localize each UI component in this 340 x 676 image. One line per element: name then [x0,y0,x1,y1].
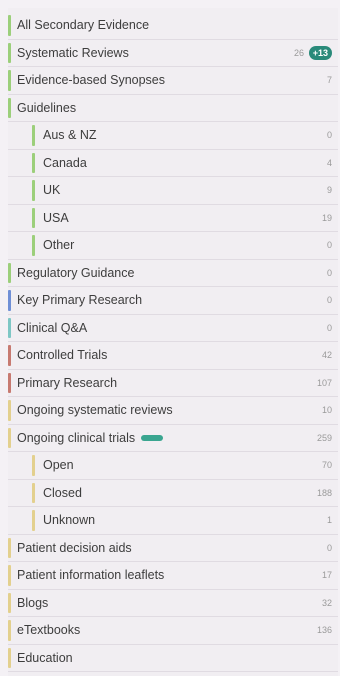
filter-row-blogs[interactable]: Blogs 32 [8,590,338,617]
category-color-bar [8,537,11,558]
result-count: 0 [326,295,332,306]
filter-label: Guidelines [17,100,77,115]
filter-row-guidelines[interactable]: Guidelines [8,95,338,122]
filter-row-primary-research[interactable]: Primary Research 107 [8,370,338,397]
filter-row-all-secondary-evidence[interactable]: All Secondary Evidence [8,12,338,40]
filter-label: Canada [43,155,87,170]
category-color-bar [32,207,35,228]
filter-row-closed[interactable]: Closed 188 [8,480,338,507]
category-color-bar [8,290,11,311]
category-color-bar [32,152,35,173]
result-count: 9 [326,185,332,196]
result-count: 136 [316,625,332,636]
category-color-bar [32,235,35,256]
category-color-bar [32,180,35,201]
filter-label: Regulatory Guidance [17,265,135,280]
filter-row-ongoing-systematic-reviews[interactable]: Ongoing systematic reviews 10 [8,397,338,425]
filter-row-clinical-q-a[interactable]: Clinical Q&A 0 [8,315,338,342]
result-count: 17 [321,570,332,581]
filter-label: Clinical Q&A [17,320,88,335]
category-color-bar [8,400,11,421]
result-count: 259 [316,432,332,443]
category-color-bar [32,510,35,531]
category-color-bar [8,42,11,63]
filter-row-controlled-trials[interactable]: Controlled Trials 42 [8,342,338,370]
category-color-bar [32,482,35,503]
filter-label: Ongoing systematic reviews [17,403,173,418]
filter-row-patient-information-leaflets[interactable]: Patient information leaflets 17 [8,562,338,590]
filter-row-ongoing-clinical-trials[interactable]: Ongoing clinical trials 259 [8,425,338,452]
filter-row-systematic-reviews[interactable]: Systematic Reviews 26 +13 [8,40,338,67]
filter-label: Aus & NZ [43,128,97,143]
category-color-bar [32,125,35,146]
category-color-bar [8,592,11,613]
evidence-filter-panel: All Secondary Evidence Systematic Reviews… [8,8,338,676]
category-color-bar [8,70,11,91]
filter-row-other[interactable]: Other 0 [8,232,338,260]
filter-label: Open [43,458,74,473]
filter-row-etextbooks[interactable]: eTextbooks 136 [8,617,338,645]
result-count: 26 [293,47,304,58]
new-results-badge: +13 [308,45,332,60]
filter-label: Closed [43,485,82,500]
result-count: 70 [321,460,332,471]
filter-label: Other [43,238,75,253]
result-count: 0 [326,322,332,333]
filter-label: All Secondary Evidence [17,18,150,33]
result-count: 7 [326,75,332,86]
category-color-bar [8,427,11,448]
filter-row-evidence-based-synopses[interactable]: Evidence-based Synopses 7 [8,67,338,95]
filter-row-canada[interactable]: Canada 4 [8,150,338,177]
filter-row-regulatory-guidance[interactable]: Regulatory Guidance 0 [8,260,338,287]
result-count: 107 [316,377,332,388]
filter-row-patient-decision-aids[interactable]: Patient decision aids 0 [8,535,338,562]
filter-row-usa[interactable]: USA 19 [8,205,338,232]
filter-label: Controlled Trials [17,348,108,363]
filter-label: Key Primary Research [17,293,143,308]
result-count: 0 [326,240,332,251]
filter-row-key-primary-research[interactable]: Key Primary Research 0 [8,287,338,315]
filter-label: Patient decision aids [17,540,132,555]
filter-label: Unknown [43,513,96,528]
filter-row-open[interactable]: Open 70 [8,452,338,480]
result-count: 42 [321,350,332,361]
result-count: 0 [326,267,332,278]
result-count: 188 [316,487,332,498]
filter-label: Education [17,650,73,665]
ongoing-trials-tag [141,435,164,442]
result-count: 19 [321,212,332,223]
category-color-bar [8,620,11,641]
filter-row-unknown[interactable]: Unknown 1 [8,507,338,535]
result-count: 10 [321,405,332,416]
filter-row-aus-nz[interactable]: Aus & NZ 0 [8,122,338,150]
category-color-bar [8,372,11,393]
result-count: 0 [326,542,332,553]
filter-label: Patient information leaflets [17,568,165,583]
filter-label: Systematic Reviews [17,45,129,60]
result-count: 1 [326,515,332,526]
category-color-bar [32,455,35,476]
category-color-bar [8,317,11,338]
filter-label: eTextbooks [17,623,81,638]
result-count: 4 [326,157,332,168]
filter-row-education[interactable]: Education [8,645,338,672]
category-color-bar [8,345,11,366]
filter-label: Blogs [17,595,49,610]
category-color-bar [8,262,11,283]
result-count: 0 [326,130,332,141]
filter-label: Primary Research [17,375,118,390]
result-count: 32 [321,597,332,608]
filter-label: USA [43,210,69,225]
filter-label: Ongoing clinical trials [17,431,164,445]
category-color-bar [8,647,11,668]
category-color-bar [8,565,11,586]
category-color-bar [8,15,11,36]
filter-label: UK [43,183,61,198]
category-color-bar [8,97,11,118]
filter-row-uk[interactable]: UK 9 [8,177,338,205]
filter-label: Evidence-based Synopses [17,73,166,88]
